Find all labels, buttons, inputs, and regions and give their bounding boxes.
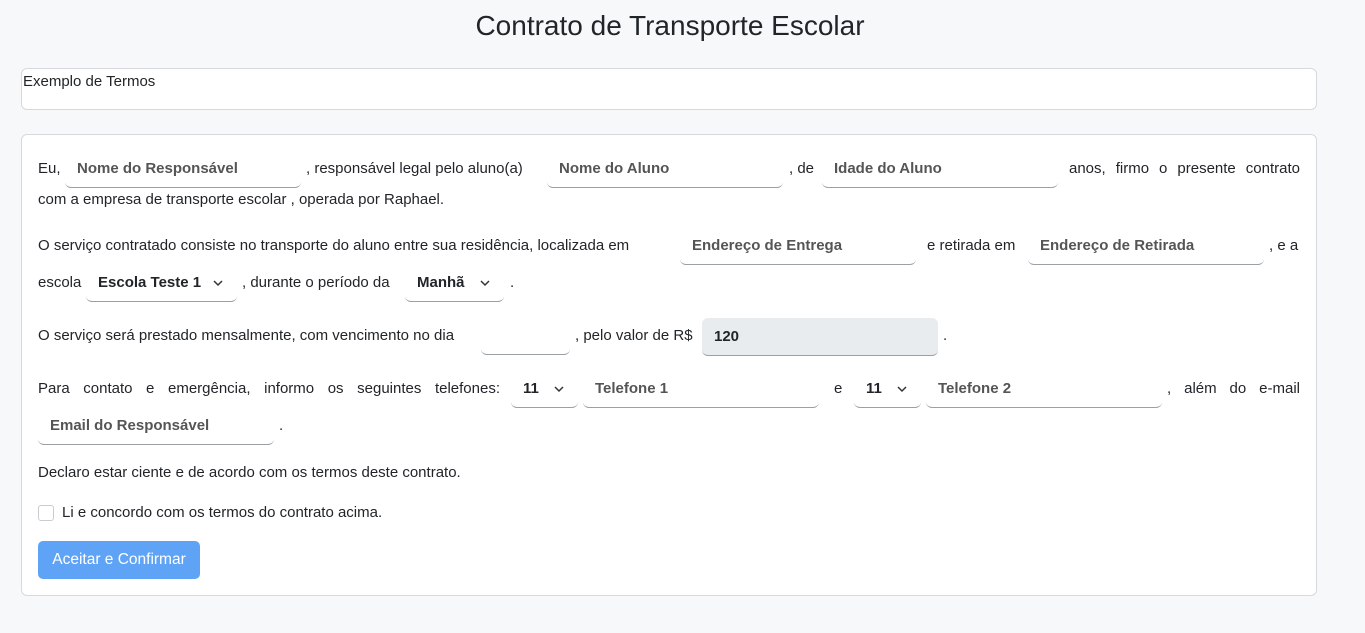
p3-text-valor: , pelo valor de R$ xyxy=(575,327,693,344)
p1-text-de: , de xyxy=(789,160,815,177)
terms-text: Exemplo de Termos xyxy=(23,73,156,90)
p2-text-periodo: , durante o período da xyxy=(242,274,390,291)
pickup-address-input[interactable]: Endereço de Retirada xyxy=(1028,227,1264,265)
page-title: Contrato de Transporte Escolar xyxy=(475,10,865,41)
agree-checkbox-label[interactable]: Li e concordo com os termos do contrato … xyxy=(62,504,382,521)
chevron-down-icon xyxy=(897,386,907,393)
p4-text-end: . xyxy=(279,417,284,434)
responsavel-name-input[interactable]: Nome do Responsável xyxy=(65,150,301,188)
phone2-input[interactable]: Telefone 2 xyxy=(926,370,1162,408)
declaration-text: Declaro estar ciente e de acordo com os … xyxy=(38,464,461,481)
p1-text-responsavel-legal: , responsável legal pelo aluno(a) xyxy=(306,160,523,177)
phone1-ddd-value: 11 xyxy=(523,380,539,397)
phone2-ddd-value: 11 xyxy=(866,380,882,397)
agree-checkbox[interactable] xyxy=(38,505,54,521)
phone1-input[interactable]: Telefone 1 xyxy=(583,370,819,408)
p1-text-empresa: com a empresa de transporte escolar , op… xyxy=(38,191,445,208)
due-day-input[interactable] xyxy=(481,317,570,355)
p4-text-contato: Para contato e emergência, informo os se… xyxy=(38,380,500,397)
delivery-address-input[interactable]: Endereço de Entrega xyxy=(680,227,916,265)
p2-text-period-end: . xyxy=(510,274,515,291)
p2-text-servico: O serviço contratado consiste no transpo… xyxy=(38,237,630,254)
p2-text-e-a: , e a xyxy=(1269,237,1299,254)
phone2-ddd-select[interactable]: 11 xyxy=(854,370,921,408)
p3-text-end: . xyxy=(943,327,948,344)
email-input[interactable]: Email do Responsável xyxy=(38,407,274,445)
school-select-value: Escola Teste 1 xyxy=(98,274,202,291)
chevron-down-icon xyxy=(213,280,223,287)
p2-text-escola: escola xyxy=(38,274,82,291)
phone1-ddd-select[interactable]: 11 xyxy=(511,370,578,408)
p1-text-eu: Eu, xyxy=(38,160,61,177)
p1-text-anos: anos, firmo o presente contrato xyxy=(1069,160,1300,177)
accept-confirm-button[interactable]: Aceitar e Confirmar xyxy=(38,541,200,579)
p2-text-retirada: e retirada em xyxy=(927,237,1016,254)
terms-box[interactable]: Exemplo de Termos xyxy=(21,68,1317,110)
aluno-name-input[interactable]: Nome do Aluno xyxy=(547,150,783,188)
p3-text-mensal: O serviço será prestado mensalmente, com… xyxy=(38,327,455,344)
p4-text-e: e xyxy=(834,380,843,397)
chevron-down-icon xyxy=(554,386,564,393)
price-input[interactable]: 120 xyxy=(702,318,938,356)
school-select[interactable]: Escola Teste 1 xyxy=(86,264,237,302)
period-select[interactable]: Manhã xyxy=(405,264,504,302)
chevron-down-icon xyxy=(480,280,490,287)
p4-text-email: , além do e-mail xyxy=(1167,380,1300,397)
aluno-age-input[interactable]: Idade do Aluno xyxy=(822,150,1058,188)
period-select-value: Manhã xyxy=(417,274,465,291)
